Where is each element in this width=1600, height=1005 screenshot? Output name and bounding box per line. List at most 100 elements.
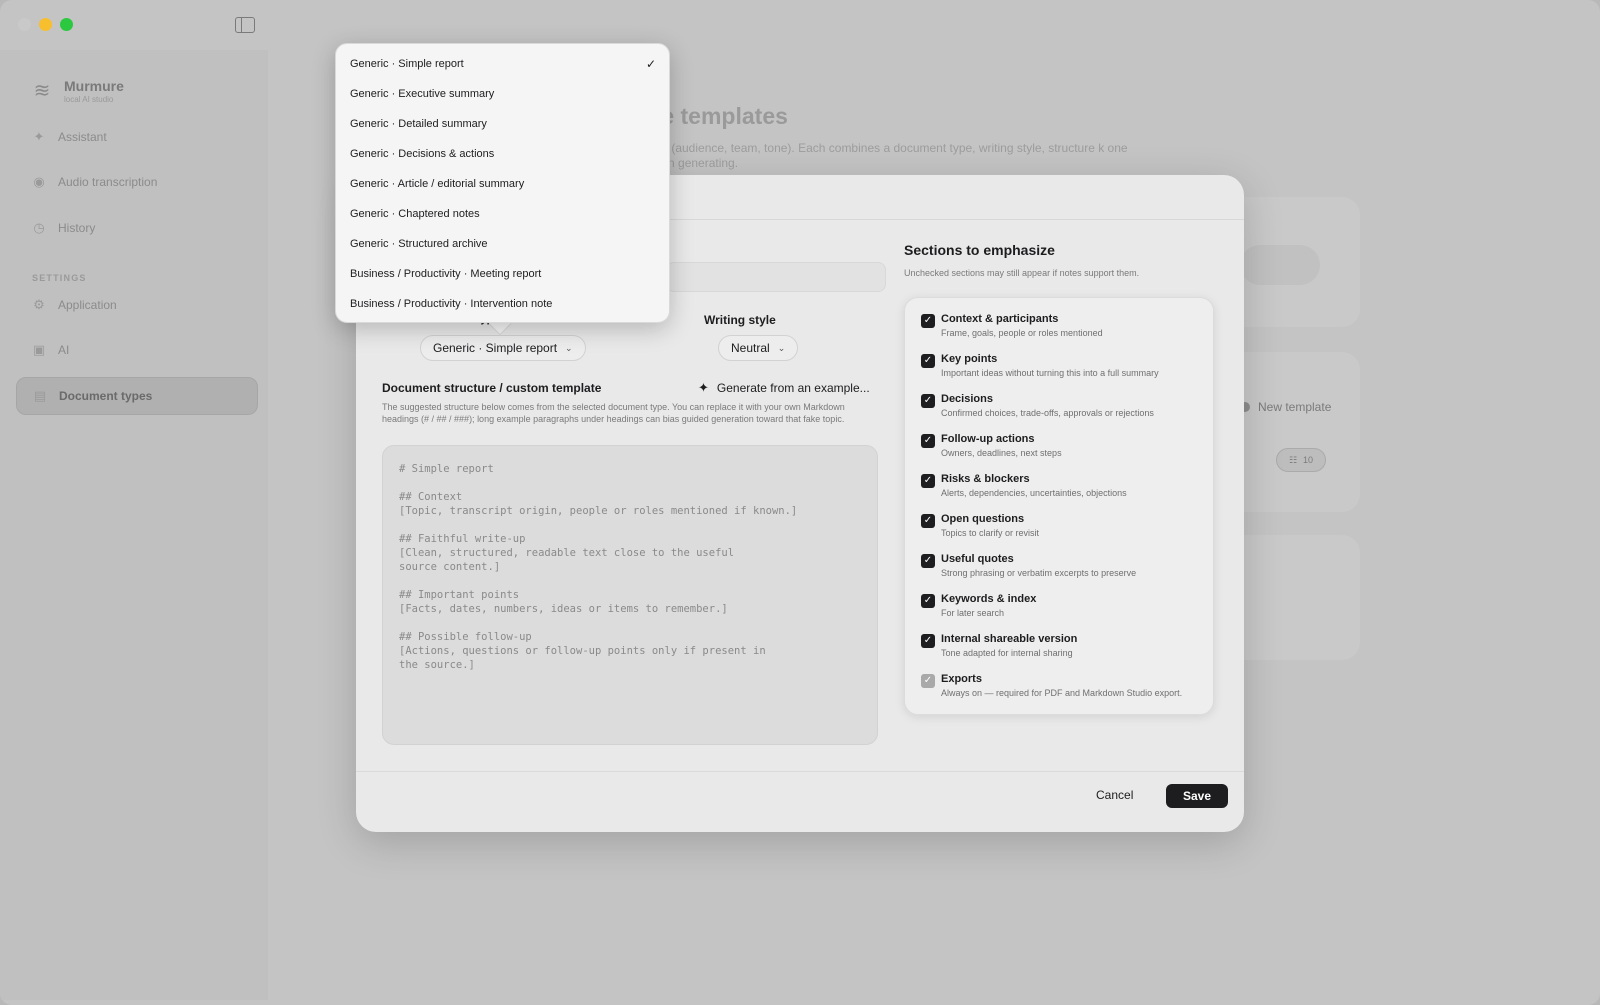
murmure-logo-icon: ≋ — [33, 80, 51, 102]
sidebar-item-label: AI — [58, 343, 70, 357]
dropdown-option-label: Business / Productivity · Meeting report — [350, 268, 542, 280]
dropdown-option-label: Generic · Chaptered notes — [350, 208, 480, 220]
section-desc: Topics to clarify or revisit — [941, 528, 1040, 538]
checkbox-checked-icon[interactable]: ✓ — [921, 434, 935, 448]
checkbox-checked-icon[interactable]: ✓ — [921, 394, 935, 408]
section-item-keywords[interactable]: ✓ Keywords & index For later search — [921, 593, 1036, 618]
document-icon: ▤ — [33, 388, 47, 403]
dropdown-option[interactable]: Business / Productivity · Intervention n… — [350, 289, 656, 319]
checkbox-checked-icon[interactable]: ✓ — [921, 474, 935, 488]
generate-label: Generate from an example... — [716, 381, 870, 395]
sections-subtitle: Unchecked sections may still appear if n… — [904, 268, 1140, 278]
brand: ≋ Murmure local AI studio — [30, 78, 124, 104]
checkbox-checked-icon[interactable]: ✓ — [921, 514, 935, 528]
dropdown-option[interactable]: Generic · Structured archive — [350, 229, 656, 259]
sparkle-icon: ✦ — [698, 380, 709, 395]
dropdown-option-label: Generic · Structured archive — [350, 238, 488, 250]
writing-style-value: Neutral — [731, 341, 770, 355]
sidebar-item-document-types[interactable]: ▤ Document types — [16, 377, 258, 415]
sidebar-toggle-icon[interactable] — [235, 17, 255, 33]
checkbox-checked-icon[interactable]: ✓ — [921, 594, 935, 608]
app-window: ≋ Murmure local AI studio ✦ Assistant ◉ … — [0, 0, 1600, 1005]
sidebar-item-assistant[interactable]: ✦ Assistant — [16, 118, 258, 156]
section-desc: Strong phrasing or verbatim excerpts to … — [941, 568, 1137, 578]
template-name-input[interactable] — [666, 262, 886, 292]
section-item-decisions[interactable]: ✓ Decisions Confirmed choices, trade-offs… — [921, 393, 1154, 418]
document-type-select[interactable]: Generic · Simple report ⌄ — [420, 335, 586, 361]
template-editor[interactable]: # Simple report ## Context [Topic, trans… — [382, 445, 878, 745]
section-name: Exports — [941, 673, 982, 685]
dropdown-option[interactable]: Generic · Decisions & actions — [350, 139, 656, 169]
structure-label: Document structure / custom template — [382, 381, 602, 395]
dropdown-option[interactable]: Generic · Executive summary — [350, 79, 656, 109]
section-item-exports: ✓ Exports Always on — required for PDF an… — [921, 673, 1182, 698]
section-item-open-questions[interactable]: ✓ Open questions Topics to clarify or rev… — [921, 513, 1039, 538]
app-name: Murmure — [64, 78, 124, 94]
dropdown-option[interactable]: Generic · Detailed summary — [350, 109, 656, 139]
dropdown-option-label: Generic · Detailed summary — [350, 118, 487, 130]
checkbox-disabled-icon: ✓ — [921, 674, 935, 688]
section-desc: Frame, goals, people or roles mentioned — [941, 328, 1103, 338]
section-name: Useful quotes — [941, 553, 1014, 565]
sidebar-item-audio-transcription[interactable]: ◉ Audio transcription — [16, 163, 258, 201]
template-editor-content[interactable]: # Simple report ## Context [Topic, trans… — [399, 462, 861, 672]
save-button[interactable]: Save — [1166, 784, 1228, 808]
clock-icon: ◷ — [33, 220, 45, 235]
checkbox-checked-icon[interactable]: ✓ — [921, 634, 935, 648]
sections-list: ✓ Context & participants Frame, goals, pe… — [904, 297, 1214, 715]
dropdown-option-label: Generic · Decisions & actions — [350, 148, 495, 160]
section-desc: Alerts, dependencies, uncertainties, obj… — [941, 488, 1127, 498]
dropdown-option[interactable]: Generic · Simple report ✓ — [350, 49, 656, 79]
section-name: Key points — [941, 353, 998, 365]
section-desc: Always on — required for PDF and Markdow… — [941, 688, 1183, 698]
dropdown-option-label: Business / Productivity · Intervention n… — [350, 298, 553, 310]
template-count-badge: ☷ 10 — [1276, 448, 1326, 472]
new-template-label: New template — [1258, 400, 1332, 414]
checkbox-checked-icon[interactable]: ✓ — [921, 554, 935, 568]
dropdown-option[interactable]: Business / Productivity · Meeting report — [350, 259, 656, 289]
window-controls — [18, 18, 73, 31]
section-item-key-points[interactable]: ✓ Key points Important ideas without turn… — [921, 353, 1159, 378]
section-name: Follow-up actions — [941, 433, 1035, 445]
sidebar-item-ai[interactable]: ▣ AI — [16, 331, 258, 369]
section-item-shareable[interactable]: ✓ Internal shareable version Tone adapted… — [921, 633, 1077, 658]
cancel-button[interactable]: Cancel — [1096, 788, 1133, 802]
sidebar-item-label: Assistant — [58, 130, 107, 144]
section-item-risks[interactable]: ✓ Risks & blockers Alerts, dependencies, … — [921, 473, 1127, 498]
section-desc: For later search — [941, 608, 1005, 618]
maximize-window-button[interactable] — [60, 18, 73, 31]
section-name: Keywords & index — [941, 593, 1037, 605]
dropdown-option[interactable]: Generic · Article / editorial summary — [350, 169, 656, 199]
writing-style-label: Writing style — [704, 313, 776, 327]
checkbox-checked-icon[interactable]: ✓ — [921, 314, 935, 328]
dropdown-option-label: Generic · Simple report — [350, 58, 464, 70]
section-item-follow-up[interactable]: ✓ Follow-up actions Owners, deadlines, ne… — [921, 433, 1062, 458]
section-desc: Owners, deadlines, next steps — [941, 448, 1062, 458]
dropdown-option-label: Generic · Executive summary — [350, 88, 495, 100]
app-subtitle: local AI studio — [64, 95, 114, 104]
section-item-quotes[interactable]: ✓ Useful quotes Strong phrasing or verbat… — [921, 553, 1136, 578]
section-desc: Tone adapted for internal sharing — [941, 648, 1073, 658]
dropdown-option-label: Generic · Article / editorial summary — [350, 178, 525, 190]
section-item-context[interactable]: ✓ Context & participants Frame, goals, pe… — [921, 313, 1103, 338]
gear-icon: ⚙ — [33, 297, 45, 312]
dropdown-option[interactable]: Generic · Chaptered notes — [350, 199, 656, 229]
close-window-button[interactable] — [18, 18, 31, 31]
document-type-dropdown: Generic · Simple report ✓ Generic · Exec… — [335, 43, 670, 323]
structure-help-text: The suggested structure below comes from… — [382, 402, 845, 424]
chip-icon: ▣ — [32, 342, 46, 357]
checkbox-checked-icon[interactable]: ✓ — [921, 354, 935, 368]
section-name: Risks & blockers — [941, 473, 1030, 485]
sidebar-item-application[interactable]: ⚙ Application — [16, 286, 258, 324]
modal-footer-divider — [356, 771, 1244, 772]
template-card-field — [1240, 245, 1320, 285]
sidebar-item-label: Document types — [59, 389, 153, 403]
sidebar-item-history[interactable]: ◷ History — [16, 209, 258, 247]
writing-style-select[interactable]: Neutral ⌄ — [718, 335, 799, 361]
sidebar-item-label: Application — [58, 298, 117, 312]
section-desc: Confirmed choices, trade-offs, approvals… — [941, 408, 1154, 418]
section-name: Internal shareable version — [941, 633, 1078, 645]
minimize-window-button[interactable] — [39, 18, 52, 31]
new-template-button[interactable]: New template — [1240, 400, 1331, 414]
generate-from-example-button[interactable]: ✦ Generate from an example... — [698, 380, 870, 396]
